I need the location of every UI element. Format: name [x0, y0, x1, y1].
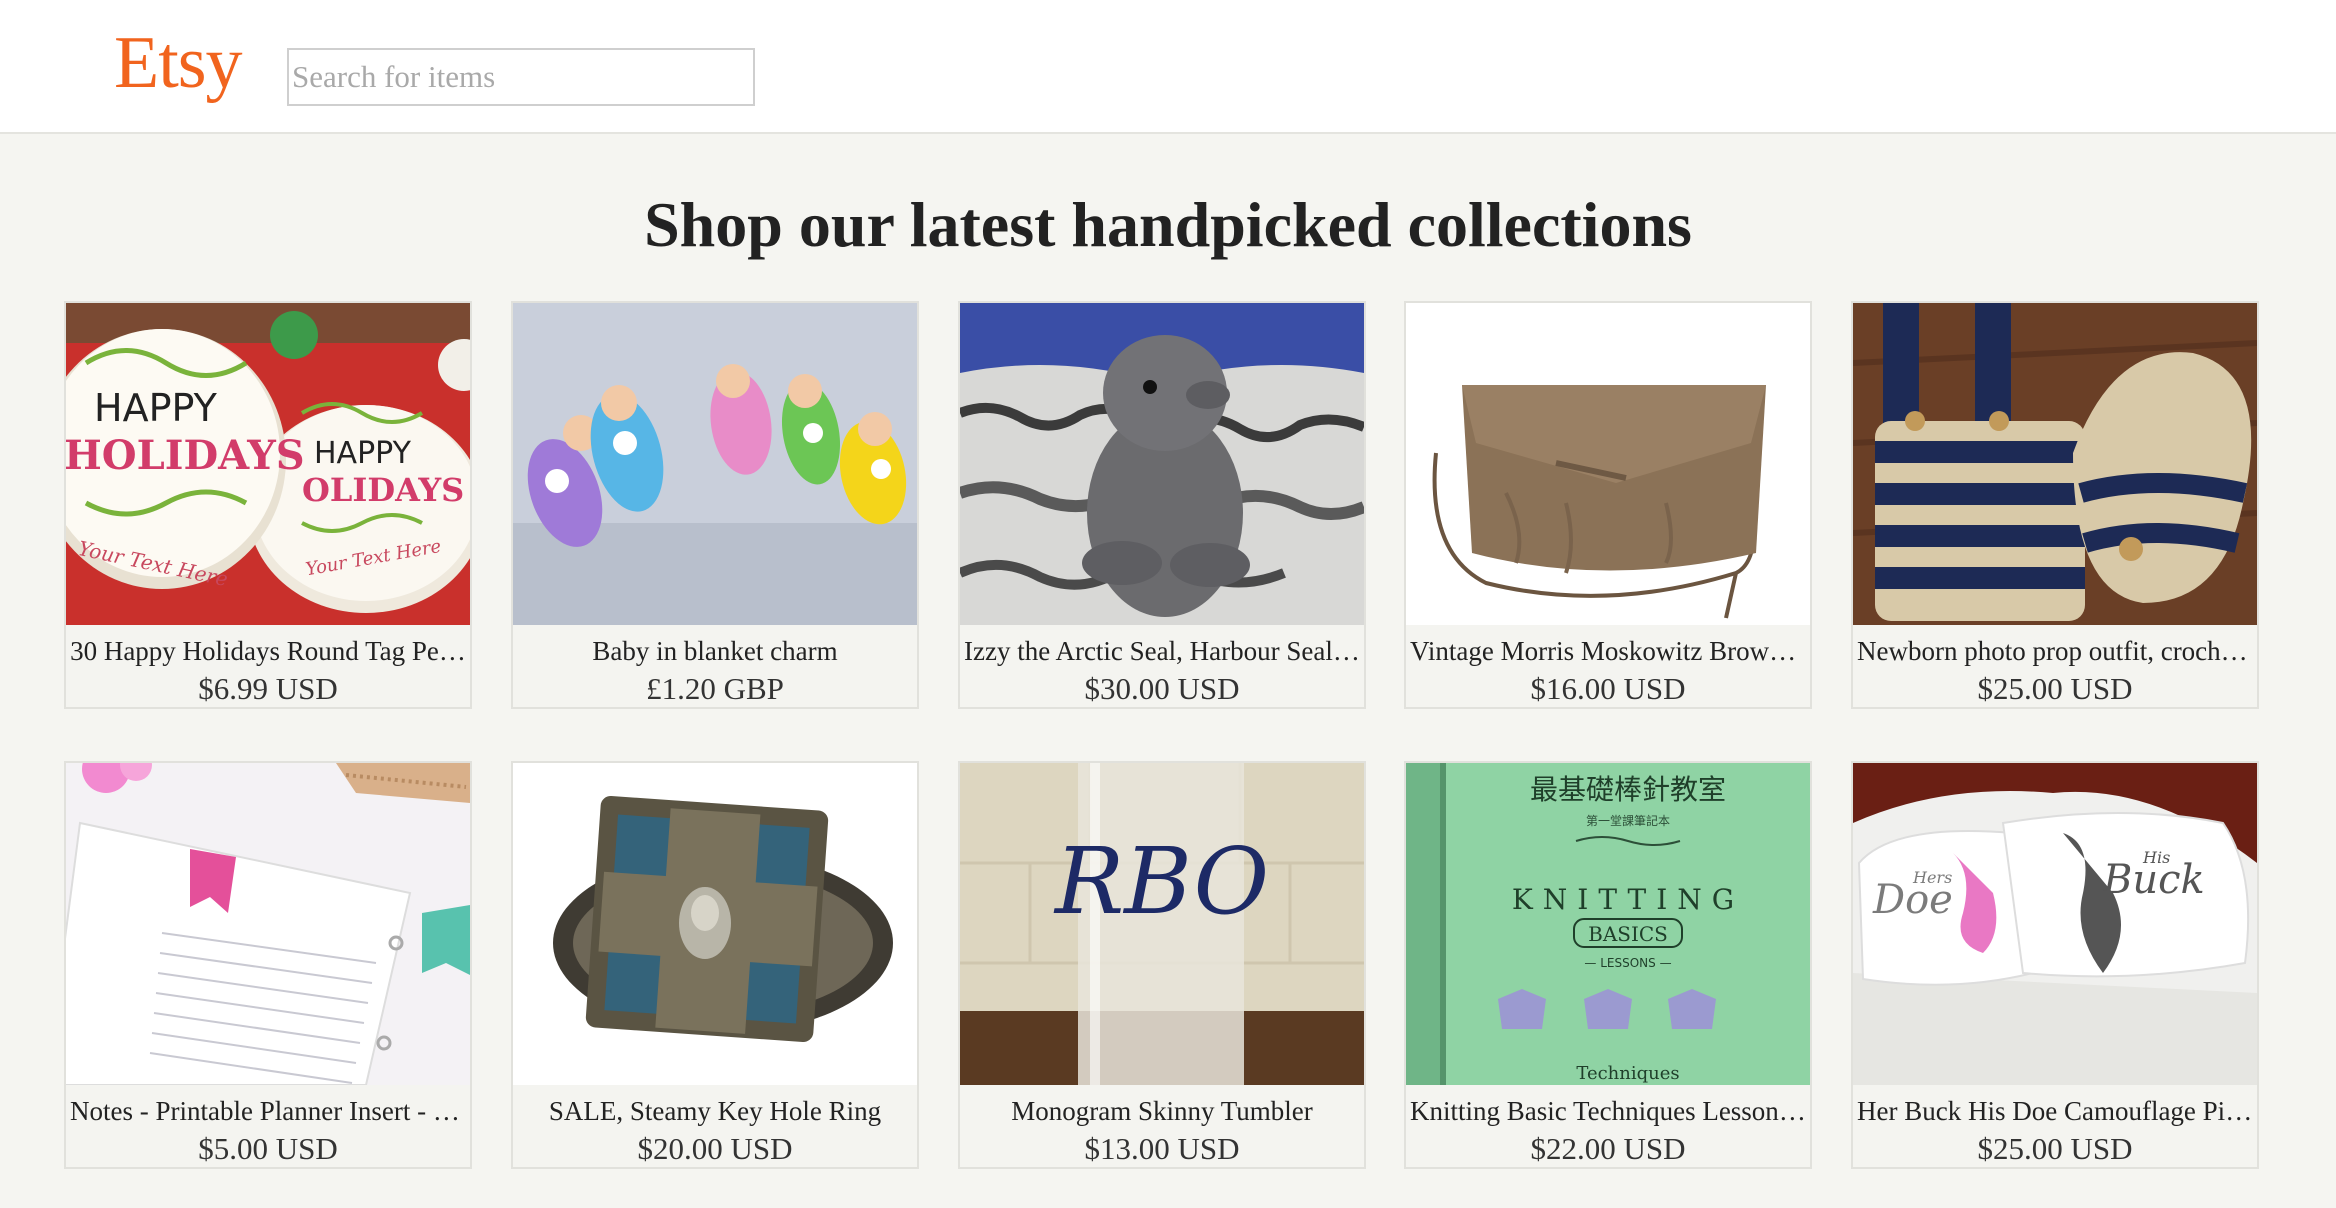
listing-title[interactable]: Vintage Morris Moskowitz Brown… [1410, 633, 1806, 669]
listing-title[interactable]: Her Buck His Doe Camouflage Pil… [1857, 1093, 2253, 1129]
listing-card[interactable]: Newborn photo prop outfit, croche… $25.0… [1851, 301, 2259, 709]
listing-title[interactable]: Izzy the Arctic Seal, Harbour Seal,… [964, 633, 1360, 669]
book-text: 第一堂課筆記本 [1586, 813, 1670, 828]
listing-title[interactable]: Monogram Skinny Tumbler [964, 1093, 1360, 1129]
listing-price: $22.00 USD [1530, 1131, 1686, 1166]
book-text: KNITTING [1512, 883, 1744, 916]
listing-card[interactable]: Notes - Printable Planner Insert - 8… $5… [64, 761, 472, 1169]
listing-image[interactable]: 最基礎棒針教室 第一堂課筆記本 KNITTING BASICS — LESSON… [1406, 763, 1810, 1085]
listing-card[interactable]: SALE, Steamy Key Hole Ring $20.00 USD [511, 761, 919, 1169]
page-title: Shop our latest handpicked collections [644, 189, 1692, 260]
etsy-logo[interactable]: Etsy [114, 18, 243, 108]
listing-image[interactable]: RBO [960, 763, 1364, 1085]
listing-card[interactable]: Doe Hers Buck His Her Buck His Doe Camou… [1851, 761, 2259, 1169]
listing-price: $25.00 USD [1977, 671, 2133, 706]
listing-price: $20.00 USD [637, 1131, 793, 1166]
listing-image[interactable]: HAPPY HOLIDAYS HAPPY OLIDAYS Your Text H… [66, 303, 470, 625]
listing-card[interactable]: Vintage Morris Moskowitz Brown… $16.00 U… [1404, 301, 1812, 709]
listing-title[interactable]: Baby in blanket charm [517, 633, 913, 669]
book-text: — LESSONS — [1584, 956, 1671, 970]
listing-image[interactable]: Doe Hers Buck His [1853, 763, 2257, 1085]
site-header: Etsy [0, 0, 2336, 134]
tag-text: HOLIDAYS [66, 432, 305, 479]
tag-text: OLIDAYS [302, 471, 464, 509]
listing-image[interactable] [66, 763, 470, 1085]
listing-image[interactable] [513, 763, 917, 1085]
book-text: Techniques [1576, 1063, 1679, 1084]
listing-title[interactable]: Newborn photo prop outfit, croche… [1857, 633, 2253, 669]
listing-image[interactable] [960, 303, 1364, 625]
book-text: 最基礎棒針教室 [1530, 773, 1726, 806]
listing-title[interactable]: SALE, Steamy Key Hole Ring [517, 1093, 913, 1129]
search-input[interactable] [287, 48, 755, 106]
listing-price: $16.00 USD [1530, 671, 1686, 706]
listing-image[interactable] [513, 303, 917, 625]
listing-price: $30.00 USD [1084, 671, 1240, 706]
monogram-text: RBO [1053, 828, 1269, 935]
listing-card[interactable]: Baby in blanket charm £1.20 GBP [511, 301, 919, 709]
listing-image[interactable] [1406, 303, 1810, 625]
listing-card[interactable]: 最基礎棒針教室 第一堂課筆記本 KNITTING BASICS — LESSON… [1404, 761, 1812, 1169]
pillow-text: His [2142, 848, 2170, 867]
listing-card[interactable]: RBO Monogram Skinny Tumbler $13.00 USD [958, 761, 1366, 1169]
book-text: BASICS [1588, 922, 1668, 946]
tag-text: HAPPY [94, 386, 218, 430]
listing-price: $6.99 USD [198, 671, 338, 706]
pillow-text: Hers [1912, 868, 1952, 887]
listing-price: £1.20 GBP [646, 671, 784, 706]
listing-title[interactable]: Knitting Basic Techniques Lesson … [1410, 1093, 1806, 1129]
listing-title[interactable]: Notes - Printable Planner Insert - 8… [70, 1093, 466, 1129]
listing-card[interactable]: HAPPY HOLIDAYS HAPPY OLIDAYS Your Text H… [64, 301, 472, 709]
listing-price: $25.00 USD [1977, 1131, 2133, 1166]
tag-text: HAPPY [314, 436, 412, 471]
listing-title[interactable]: 30 Happy Holidays Round Tag Pe… [70, 633, 466, 669]
listing-price: $5.00 USD [198, 1131, 338, 1166]
listing-price: $13.00 USD [1084, 1131, 1240, 1166]
listing-card[interactable]: Izzy the Arctic Seal, Harbour Seal,… $30… [958, 301, 1366, 709]
listing-image[interactable] [1853, 303, 2257, 625]
